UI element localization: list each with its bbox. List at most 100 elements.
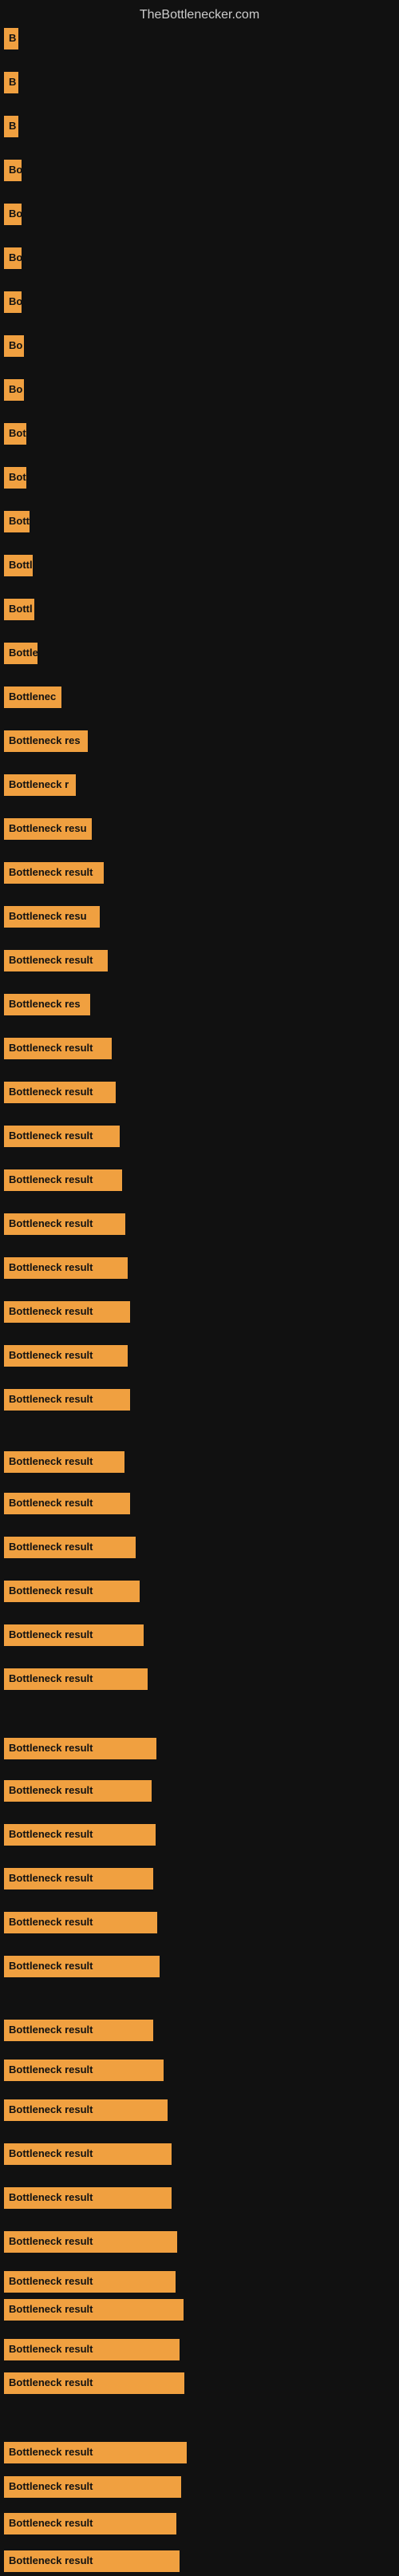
bottleneck-label: Bottle — [4, 643, 38, 664]
bottleneck-label: Bottleneck result — [4, 1345, 128, 1367]
bottleneck-item: Bottleneck result — [4, 2442, 187, 2467]
bottleneck-item: Bottleneck result — [4, 950, 108, 975]
bottleneck-item: Bottleneck result — [4, 2143, 172, 2169]
bottleneck-label: Bottleneck result — [4, 2550, 180, 2572]
bottleneck-label: Bot — [4, 467, 26, 489]
bottleneck-item: B — [4, 72, 18, 97]
bottleneck-label: Bo — [4, 335, 24, 357]
bottleneck-label: Bottleneck r — [4, 774, 76, 796]
bottleneck-label: Bottleneck resu — [4, 906, 100, 928]
bottleneck-item: Bottle — [4, 643, 38, 668]
bottleneck-label: Bottleneck result — [4, 950, 108, 971]
bottleneck-item: Bottleneck r — [4, 774, 76, 800]
bottleneck-item: Bottleneck result — [4, 2476, 181, 2502]
bottleneck-item: Bo — [4, 335, 24, 361]
bottleneck-item: Bo — [4, 291, 22, 317]
bottleneck-item: Bottleneck result — [4, 2271, 176, 2297]
site-title: TheBottlenecker.com — [0, 0, 399, 26]
bottleneck-item: Bottleneck result — [4, 1668, 148, 1694]
bottleneck-label: Bottleneck result — [4, 1537, 136, 1558]
bottleneck-label: Bottleneck result — [4, 2339, 180, 2360]
bottleneck-item: Bottleneck result — [4, 1912, 157, 1937]
bottleneck-item: Bottleneck result — [4, 1624, 144, 1650]
bottleneck-item: Bottleneck res — [4, 730, 88, 756]
bottleneck-label: Bottleneck result — [4, 1451, 124, 1473]
bottleneck-item: Bottl — [4, 555, 33, 580]
bottleneck-item: Bottleneck result — [4, 2372, 184, 2398]
bottleneck-item: Bottleneck result — [4, 1213, 125, 1239]
bottleneck-label: Bo — [4, 160, 22, 181]
bottleneck-item: B — [4, 116, 18, 141]
bottleneck-item: Bottleneck resu — [4, 818, 92, 844]
bottleneck-label: Bottleneck result — [4, 862, 104, 884]
bottleneck-item: Bottleneck result — [4, 1082, 116, 1107]
bottleneck-label: Bottleneck result — [4, 2271, 176, 2293]
bottleneck-label: Bottleneck result — [4, 2231, 177, 2253]
bottleneck-item: Bottl — [4, 599, 34, 624]
bottleneck-label: Bottleneck result — [4, 2099, 168, 2121]
bottleneck-label: Bottleneck result — [4, 1668, 148, 1690]
bottleneck-label: B — [4, 72, 18, 93]
bottleneck-label: Bottleneck result — [4, 2187, 172, 2209]
bottleneck-item: Bottleneck result — [4, 1038, 112, 1063]
bottleneck-item: Bottleneck result — [4, 2099, 168, 2125]
bottleneck-item: Bottleneck result — [4, 1581, 140, 1606]
bottleneck-item: Bottleneck result — [4, 2187, 172, 2213]
bottleneck-item: Bottleneck result — [4, 862, 104, 888]
bottleneck-label: Bottleneck result — [4, 1780, 152, 1802]
bottleneck-item: Bottleneck result — [4, 1389, 130, 1415]
bottleneck-label: Bottleneck result — [4, 1738, 156, 1759]
bottleneck-label: Bottleneck res — [4, 994, 90, 1015]
bottleneck-item: Bottleneck result — [4, 2060, 164, 2085]
bottleneck-item: Bot — [4, 467, 26, 493]
bottleneck-label: Bo — [4, 291, 22, 313]
bottleneck-label: Bottleneck result — [4, 2476, 181, 2498]
bottleneck-item: Bottleneck result — [4, 1169, 122, 1195]
bottleneck-item: Bottleneck res — [4, 994, 90, 1019]
bottleneck-label: Bottleneck result — [4, 1301, 130, 1323]
bottleneck-item: Bo — [4, 160, 22, 185]
bottleneck-item: Bottleneck result — [4, 2231, 177, 2257]
bottleneck-label: Bottleneck result — [4, 1126, 120, 1147]
bottleneck-label: Bottleneck result — [4, 2060, 164, 2081]
bottleneck-item: Bott — [4, 511, 30, 536]
bottleneck-item: Bottleneck result — [4, 1868, 153, 1893]
bottleneck-label: Bottleneck res — [4, 730, 88, 752]
bottleneck-item: Bottleneck result — [4, 1345, 128, 1371]
bottleneck-label: B — [4, 28, 18, 49]
bottleneck-label: Bottleneck result — [4, 1493, 130, 1514]
bottleneck-item: Bottleneck result — [4, 2020, 153, 2045]
bottleneck-label: Bottleneck result — [4, 1038, 112, 1059]
bottleneck-label: Bottleneck result — [4, 1082, 116, 1103]
bottleneck-label: Bo — [4, 247, 22, 269]
bottleneck-label: Bottlenec — [4, 687, 61, 708]
bottleneck-item: Bottleneck result — [4, 1257, 128, 1283]
bottleneck-label: Bottleneck result — [4, 1868, 153, 1889]
bottleneck-item: Bot — [4, 423, 26, 449]
bottleneck-label: Bottleneck result — [4, 1912, 157, 1933]
bottleneck-item: Bottleneck result — [4, 1301, 130, 1327]
bottleneck-item: Bottleneck result — [4, 1780, 152, 1806]
bottleneck-label: Bottleneck result — [4, 1581, 140, 1602]
bottleneck-item: Bo — [4, 204, 22, 229]
bottleneck-item: B — [4, 28, 18, 53]
bottleneck-item: Bottlenec — [4, 687, 61, 712]
bottleneck-label: Bottleneck result — [4, 1624, 144, 1646]
bottleneck-label: Bottleneck result — [4, 1389, 130, 1411]
bottleneck-item: Bottleneck result — [4, 2299, 184, 2325]
bottleneck-item: Bottleneck result — [4, 1493, 130, 1518]
bottleneck-label: Bottleneck resu — [4, 818, 92, 840]
bottleneck-label: Bottleneck result — [4, 2513, 176, 2534]
bottleneck-label: Bottleneck result — [4, 1956, 160, 1977]
bottleneck-label: Bo — [4, 204, 22, 225]
bottleneck-label: Bott — [4, 511, 30, 532]
bottleneck-label: Bottleneck result — [4, 1824, 156, 1846]
bottleneck-item: Bottleneck result — [4, 1956, 160, 1981]
bottleneck-label: Bo — [4, 379, 24, 401]
bottleneck-label: Bottleneck result — [4, 1257, 128, 1279]
bottleneck-item: Bottleneck result — [4, 2339, 180, 2364]
bottleneck-item: Bo — [4, 247, 22, 273]
bottleneck-label: Bot — [4, 423, 26, 445]
bottleneck-label: B — [4, 116, 18, 137]
bottleneck-label: Bottleneck result — [4, 1213, 125, 1235]
